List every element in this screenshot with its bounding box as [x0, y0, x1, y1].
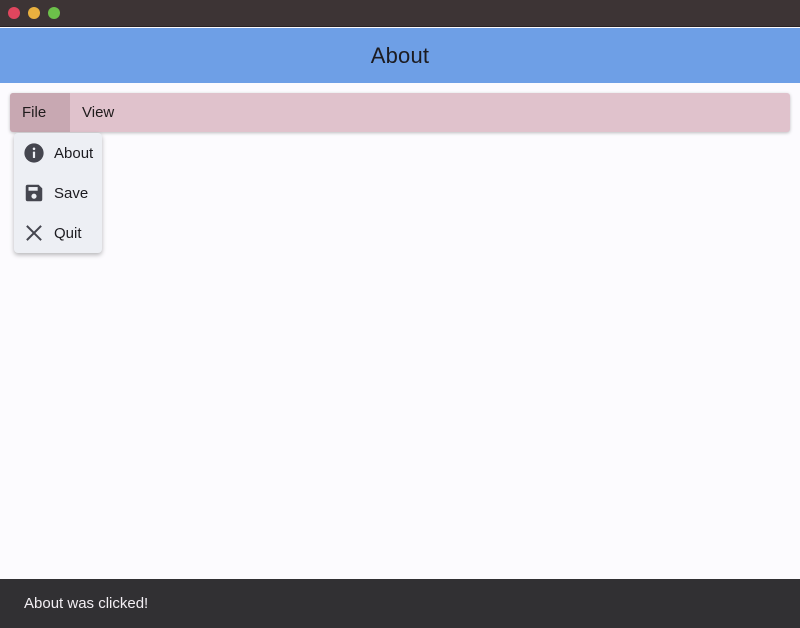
menu-item-save[interactable]: Save — [14, 173, 102, 213]
app-window: About File View About Save Quit About wa… — [0, 0, 800, 628]
menu-item-about-label: About — [54, 144, 94, 162]
menu-view-label: View — [82, 104, 115, 121]
info-icon — [24, 143, 44, 163]
menu-item-save-label: Save — [54, 184, 89, 202]
window-titlebar[interactable] — [0, 0, 800, 27]
window-close-button[interactable] — [8, 7, 20, 19]
window-maximize-button[interactable] — [48, 7, 60, 19]
file-menu-dropdown: About Save Quit — [14, 133, 102, 253]
menu-view[interactable]: View — [70, 93, 126, 132]
menu-item-about[interactable]: About — [14, 133, 102, 173]
snackbar: About was clicked! — [0, 579, 800, 628]
close-icon — [26, 225, 42, 241]
menu-item-quit[interactable]: Quit — [14, 213, 102, 253]
menu-file[interactable]: File — [10, 93, 70, 132]
menu-item-quit-label: Quit — [54, 224, 82, 242]
menu-bar: File View — [10, 93, 790, 132]
page-title: About — [370, 42, 430, 68]
app-bar: About — [0, 28, 800, 83]
menu-file-label: File — [22, 104, 47, 121]
snackbar-message: About was clicked! — [24, 595, 149, 612]
window-minimize-button[interactable] — [28, 7, 40, 19]
save-icon — [25, 184, 43, 202]
